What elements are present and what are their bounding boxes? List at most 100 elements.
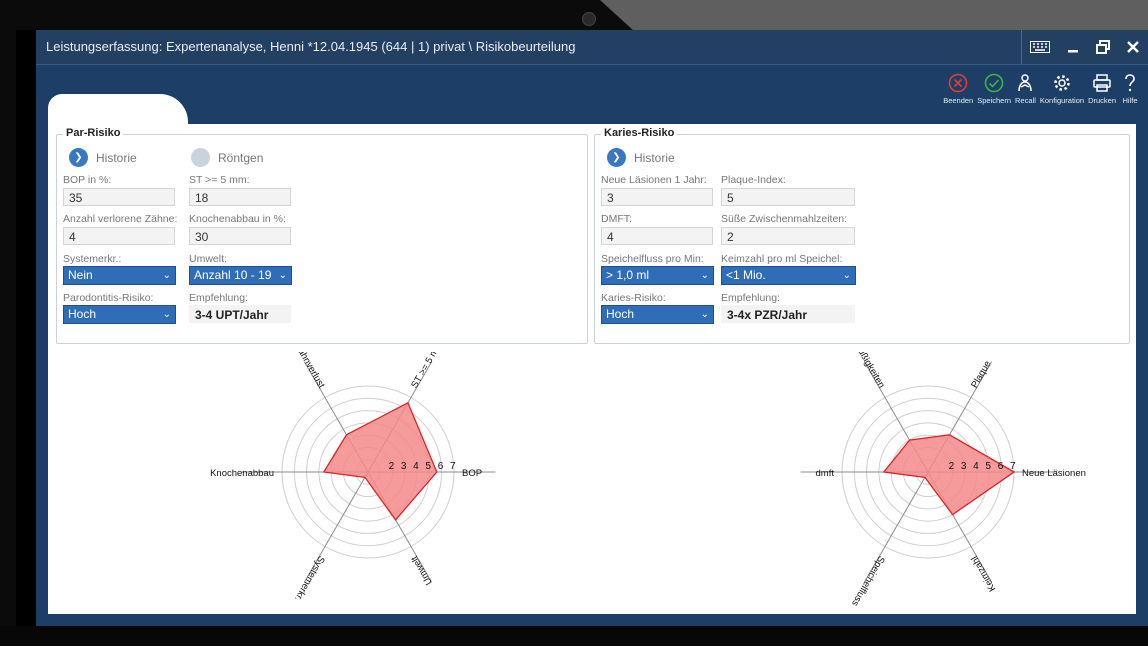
par-risiko-select-value: Hoch [68,307,97,321]
bop-field[interactable]: 35 [63,188,175,206]
device-bezel-shade [600,0,1148,30]
chevron-down-icon: ❯ [607,148,626,167]
device-bezel-left [0,0,16,646]
knochen-label: Knochenabbau in %: [189,213,286,225]
radar-axis-label: Süßigkeiten [852,352,887,390]
radar-tick-label: 3 [961,461,967,472]
karies-risiko-group: Karies-Risiko ❯ Historie Neue Läsionen 1… [594,127,1130,344]
karies-risiko-radar-chart: 2 3 4 5 6 7 Neue Läsionen Plaque Süßigkeiten dmft… [800,352,1086,608]
radar-tick-label: 3 [401,461,407,472]
neue-field[interactable]: 3 [601,188,713,206]
radar-axis-label: Plaque [969,359,993,390]
radar-axis-label: Neue Läsionen [1022,468,1086,479]
beenden-button[interactable]: Beenden [943,72,973,105]
chevron-down-icon: ⌄ [278,270,287,281]
radar-axis-label: Zahnverlust [292,352,327,390]
chevron-down-icon: ⌄ [842,270,851,281]
dmft-label: DMFT: [601,213,632,225]
radar-tick-label: 7 [1010,461,1016,472]
radar-tick-label: 5 [425,461,431,472]
karies-risiko-select[interactable]: Hoch ⌄ [601,305,714,324]
par-empfehlung-value: 3-4 UPT/Jahr [189,305,291,323]
speichel-label: Speichelfluss pro Min: [601,253,704,265]
radar-tick-label: 5 [985,461,991,472]
zaehne-field[interactable]: 4 [63,227,175,245]
par-risiko-radar-chart: 2 3 4 5 6 7 BOP ST >= 5 mm Zahnverlust Knochenabb… [210,352,496,603]
recall-icon [1018,74,1033,92]
radar-tick-label: 4 [973,461,979,472]
suesse-field[interactable]: 2 [721,227,855,245]
chevron-down-icon: ⌄ [700,270,709,281]
st-label: ST >= 5 mm: [189,174,250,186]
check-icon [984,73,1004,93]
radar-axis-label: ST >= 5 mm [409,352,445,390]
help-icon [1125,74,1135,92]
karies-historie-label: Historie [634,150,675,165]
st-field[interactable]: 18 [189,188,291,206]
keyboard-icon[interactable] [1021,30,1058,64]
par-risiko-label: Parodontitis-Risiko: [63,292,154,304]
par-risiko-title: Par-Risiko [63,127,124,139]
par-historie-radio[interactable]: ❯ Historie [69,148,137,167]
karies-empfehlung-label: Empfehlung: [721,292,780,304]
radar-axis-label: Speichelfluss [849,554,887,608]
content-panel: Par-Risiko ❯ Historie Röntgen BOP in %: … [48,124,1136,614]
app-window: Leistungserfassung: Expertenanalyse, Hen… [36,30,1148,626]
umwelt-label: Umwelt: [189,253,227,265]
drucken-button[interactable]: Drucken [1088,72,1116,105]
radar-axis-label: BOP [462,468,482,479]
chevron-down-icon: ⌄ [700,309,709,320]
plaque-field[interactable]: 5 [721,188,855,206]
chevron-down-icon: ⌄ [162,309,171,320]
radar-tick-label: 2 [949,461,955,472]
restore-icon[interactable] [1088,30,1118,64]
toolbar: Beenden Speichern Recall Konfiguration D… [941,72,1142,105]
radar-tick-label: 6 [998,461,1004,472]
system-select-value: Nein [68,268,93,282]
par-risiko-select[interactable]: Hoch ⌄ [63,305,176,324]
radar-axis-label: Keimzahl [969,554,998,593]
minimize-icon[interactable] [1058,30,1088,64]
radar-axis-label: dmft [816,468,835,479]
chevron-down-icon: ❯ [69,148,88,167]
konfiguration-button[interactable]: Konfiguration [1040,72,1084,105]
hilfe-button[interactable]: Hilfe [1120,72,1140,105]
par-roentgen-label: Röntgen [218,150,264,165]
speichel-select-value: > 1,0 ml [606,268,650,282]
karies-risiko-title: Karies-Risiko [601,127,678,139]
chevron-down-icon: ⌄ [162,270,171,281]
par-historie-label: Historie [96,150,137,165]
knochen-field[interactable]: 30 [189,227,291,245]
speichern-button[interactable]: Speichern [977,72,1011,105]
karies-empfehlung-value: 3-4x PZR/Jahr [721,305,855,323]
par-empfehlung-label: Empfehlung: [189,292,248,304]
content-tab [48,94,188,126]
karies-risiko-select-value: Hoch [606,307,635,321]
keim-select[interactable]: <1 Mio. ⌄ [721,266,856,285]
par-risiko-group: Par-Risiko ❯ Historie Röntgen BOP in %: … [56,127,588,344]
printer-icon [1093,74,1111,92]
drucken-label: Drucken [1088,96,1116,105]
camera-icon [582,12,596,26]
speichern-label: Speichern [977,96,1012,105]
suesse-label: Süße Zwischenmahlzeiten: [721,213,848,225]
radar-data-area [882,434,1016,516]
keim-select-value: <1 Mio. [726,268,766,282]
system-select[interactable]: Nein ⌄ [63,266,176,285]
cancel-icon [948,73,968,93]
radar-tick-label: 4 [413,461,419,472]
close-icon[interactable] [1118,30,1148,64]
speichel-select[interactable]: > 1,0 ml ⌄ [601,266,714,285]
par-roentgen-radio[interactable]: Röntgen [191,148,263,167]
bop-label: BOP in %: [63,174,112,186]
hilfe-label: Hilfe [1122,96,1138,105]
device-bezel-bottom [0,626,1148,646]
recall-button[interactable]: Recall [1015,72,1036,105]
karies-historie-radio[interactable]: ❯ Historie [607,148,675,167]
title-bar: Leistungserfassung: Expertenanalyse, Hen… [36,30,1148,65]
umwelt-select[interactable]: Anzahl 10 - 19 ⌄ [189,266,292,285]
radar-data-area [322,401,438,521]
recall-label: Recall [1015,96,1036,105]
beenden-label: Beenden [943,96,974,105]
dmft-field[interactable]: 4 [601,227,713,245]
